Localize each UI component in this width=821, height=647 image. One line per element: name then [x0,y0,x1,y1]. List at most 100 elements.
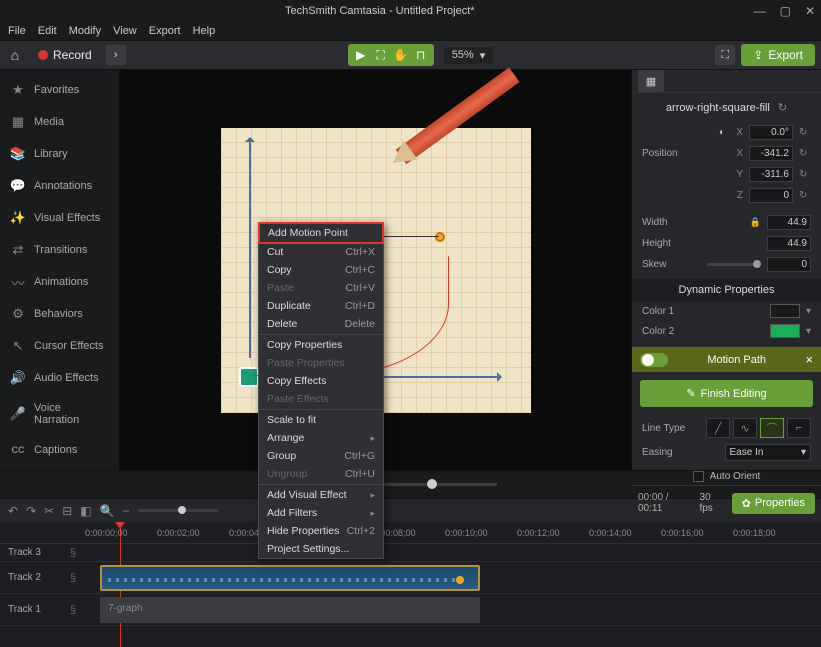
marker-icon[interactable]: ◧ [80,504,91,518]
zoom-in-icon[interactable]: 🔍 [100,504,115,518]
ctx-group[interactable]: GroupCtrl+G [259,447,383,465]
close-button[interactable]: ✕ [805,4,815,18]
sidebar-item-label: Annotations [34,180,92,192]
sidebar-item-transitions[interactable]: ⇄Transitions [0,234,119,266]
reset-icon[interactable]: ↻ [778,101,787,114]
lock-aspect-icon[interactable]: 🔒 [750,217,761,228]
position-y-input[interactable]: -311.6 [749,167,793,182]
record-button[interactable]: Record [30,45,100,65]
skew-input[interactable]: 0 [767,257,811,272]
nav-forward-button[interactable]: › [106,45,126,65]
ctx-add-motion-point[interactable]: Add Motion Point [258,222,384,244]
cut-icon[interactable]: ✂ [44,504,54,518]
track-toggle-icon[interactable]: § [70,547,84,559]
motion-point-2[interactable] [435,232,445,242]
cursor-effects-icon: ↖ [10,338,26,354]
sidebar-item-behaviors[interactable]: ⚙Behaviors [0,298,119,330]
menu-edit[interactable]: Edit [38,25,57,37]
minimize-button[interactable]: — [754,4,766,18]
color1-swatch[interactable] [770,304,800,318]
color2-swatch[interactable] [770,324,800,338]
crop-tool-icon[interactable]: ⛶ [372,46,390,64]
sidebar-item-visual-effects[interactable]: ✨Visual Effects [0,202,119,234]
home-icon[interactable]: ⌂ [6,46,24,64]
ctx-copy-properties[interactable]: Copy Properties [259,336,383,354]
sidebar-item-label: Media [34,116,64,128]
sidebar-item-favorites[interactable]: ★Favorites [0,74,119,106]
track-toggle-icon[interactable]: § [70,572,84,584]
pan-tool-icon[interactable]: ✋ [392,46,410,64]
line-type-straight[interactable]: ╱ [706,418,730,438]
motion-path-toggle[interactable] [640,353,668,367]
sidebar-item-media[interactable]: ▦Media [0,106,119,138]
line-type-curve[interactable]: ⌒ [760,418,784,438]
chevron-right-icon: ▸ [370,508,375,519]
position-x-input[interactable]: -341.2 [749,146,793,161]
add-track-icon[interactable]: + [806,504,813,518]
finish-editing-button[interactable]: ✎ Finish Editing [640,380,813,407]
ctx-scale-to-fit[interactable]: Scale to fit [259,411,383,429]
ctx-delete[interactable]: DeleteDelete [259,315,383,333]
ctx-add-visual-effect[interactable]: Add Visual Effect▸ [259,486,383,504]
width-input[interactable]: 44.9 [767,215,811,230]
close-icon[interactable]: × [805,352,813,367]
redo-icon[interactable]: ↷ [26,504,36,518]
split-icon[interactable]: ⊟ [62,504,72,518]
track-toggle-icon[interactable]: § [70,604,84,616]
sidebar-item-animations[interactable]: 〰Animations [0,266,119,298]
zoom-out-icon[interactable]: − [123,504,130,518]
sidebar-item-audio-effects[interactable]: 🔊Audio Effects [0,362,119,394]
reset-icon[interactable]: ↻ [799,148,811,160]
ctx-arrange[interactable]: Arrange▸ [259,429,383,447]
timeline-zoom-slider[interactable] [138,509,218,512]
rotation-x[interactable]: 0.0° [749,125,793,140]
zoom-dropdown[interactable]: 55% ▾ [444,47,494,64]
ctx-hide-properties[interactable]: Hide PropertiesCtrl+2 [259,522,383,540]
opacity-icon[interactable]: ◐ [719,127,725,138]
sidebar-item-library[interactable]: 📚Library [0,138,119,170]
canvas-tools: ▶ ⛶ ✋ ⊓ [348,44,434,66]
height-input[interactable]: 44.9 [767,236,811,251]
sidebar-item-voice-narration[interactable]: 🎤Voice Narration [0,394,119,434]
ctx-add-filters[interactable]: Add Filters▸ [259,504,383,522]
sidebar-item-cursor-effects[interactable]: ↖Cursor Effects [0,330,119,362]
menu-modify[interactable]: Modify [69,25,101,37]
undo-icon[interactable]: ↶ [8,504,18,518]
auto-orient-label: Auto Orient [710,471,761,482]
export-button[interactable]: ⇪ Export [741,44,815,66]
position-z-input[interactable]: 0 [749,188,793,203]
track-3: Track 3 § [0,544,821,562]
reset-icon[interactable]: ↻ [799,190,811,202]
sidebar-item-annotations[interactable]: 💬Annotations [0,170,119,202]
visual-properties-tab[interactable]: ▦ [638,70,664,92]
select-tool-icon[interactable]: ▶ [352,46,370,64]
menu-file[interactable]: File [8,25,26,37]
easing-dropdown[interactable]: Ease In ▾ [725,444,812,461]
reset-icon[interactable]: ↻ [799,169,811,181]
ctx-duplicate[interactable]: DuplicateCtrl+D [259,297,383,315]
menu-view[interactable]: View [113,25,137,37]
line-type-bezier[interactable]: ∿ [733,418,757,438]
ctx-copy-effects[interactable]: Copy Effects [259,372,383,390]
ctx-copy[interactable]: CopyCtrl+C [259,261,383,279]
track-2: Track 2 § [0,562,821,594]
reset-rotation-icon[interactable]: ↻ [799,127,811,139]
ctx-cut[interactable]: CutCtrl+X [259,243,383,261]
motion-clip[interactable] [100,565,480,591]
preview-fullscreen-button[interactable]: ⛶ [715,45,735,65]
sidebar-item-label: Library [34,148,68,160]
menu-export[interactable]: Export [149,25,181,37]
skew-slider[interactable] [707,263,757,266]
playback-slider[interactable] [377,483,497,486]
maximize-button[interactable]: ▢ [780,4,791,18]
timeline-ruler[interactable]: 0:00:00;000:00:02;000:00:04;000:00:06;00… [0,522,821,544]
sidebar-item-label: Audio Effects [34,372,99,384]
menu-help[interactable]: Help [193,25,216,37]
auto-orient-checkbox[interactable] [693,471,704,482]
media-clip[interactable]: 7-graph [100,597,480,623]
sidebar-item-captions[interactable]: CCCaptions [0,434,119,466]
properties-button[interactable]: ✿ Properties [732,493,815,514]
ctx-project-settings-[interactable]: Project Settings... [259,540,383,558]
line-type-step[interactable]: ⌐ [787,418,811,438]
magnet-tool-icon[interactable]: ⊓ [412,46,430,64]
